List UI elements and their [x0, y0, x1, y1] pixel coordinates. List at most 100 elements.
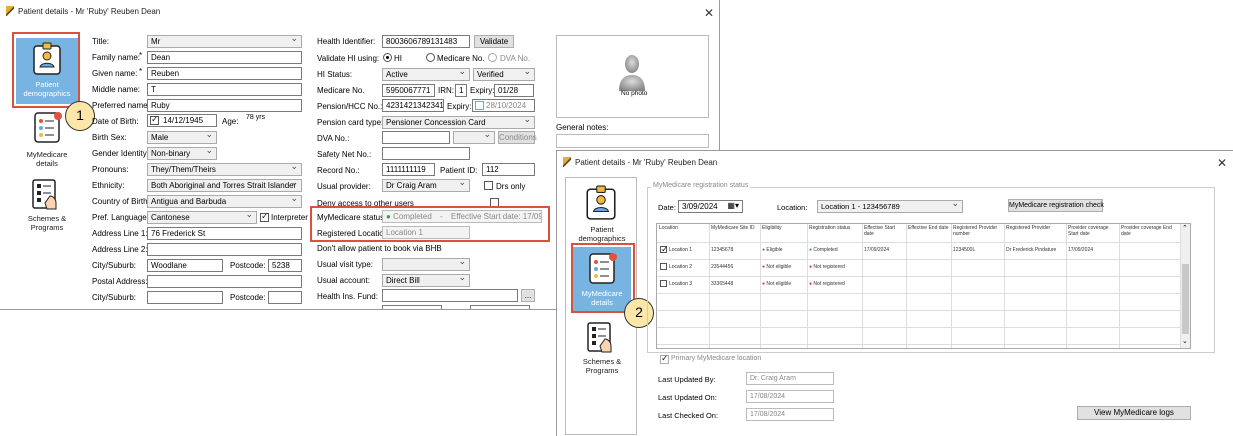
table-header-cell: Registered Provider — [1006, 225, 1051, 231]
nav-item-schemes-programs[interactable]: Schemes & Programs — [16, 178, 78, 238]
table-header-cell: Eligibility — [762, 225, 782, 231]
medicare-input[interactable]: 5950067771 — [382, 84, 435, 97]
usual-account-select[interactable]: Direct Bill — [382, 274, 470, 287]
photo-box[interactable]: No photo — [556, 35, 709, 118]
scroll-up-icon[interactable]: ⌃ — [1182, 224, 1188, 232]
scrollbar[interactable]: ⌃ ⌄ — [1180, 224, 1190, 348]
postcode-input[interactable]: 5238 — [268, 259, 302, 272]
cell-text: Completed — [813, 247, 838, 253]
expiry2-checkbox[interactable] — [475, 101, 484, 110]
age-value: 78 yrs — [246, 114, 266, 121]
pronouns-label: Pronouns: — [92, 165, 129, 174]
cell-text: 1234500L — [953, 247, 976, 253]
window-title: Patient details - Mr 'Ruby' Reuben Dean — [18, 6, 161, 16]
city-input[interactable]: Woodlane — [147, 259, 223, 272]
drs-only-checkbox[interactable] — [484, 181, 493, 190]
city2-input[interactable] — [147, 291, 223, 304]
id-card-icon — [586, 185, 616, 220]
fund-input[interactable] — [382, 289, 518, 302]
irn-input[interactable]: 1 — [455, 84, 467, 97]
address1-input[interactable]: 76 Frederick St — [147, 227, 302, 240]
row-checkbox[interactable] — [660, 280, 667, 287]
registration-check-button[interactable]: MyMedicare registration check — [1008, 199, 1104, 212]
last-checked-on-field: 17/08/2024 — [746, 408, 834, 421]
usual-provider-select[interactable]: Dr Craig Aram — [382, 179, 470, 192]
general-notes-textarea[interactable] — [556, 134, 709, 148]
country-select[interactable]: Antigua and Barbuda — [147, 195, 302, 208]
last-updated-by-label: Last Updated By: — [658, 375, 716, 384]
dob-input[interactable]: 14/12/1945 — [147, 114, 217, 127]
row-checkbox[interactable] — [660, 244, 669, 255]
family-name-label: Family name: — [92, 53, 141, 62]
table-cell: 17/09/2024 — [1068, 247, 1118, 253]
scroll-down-icon[interactable]: ⌄ — [1182, 337, 1188, 345]
table-cell: 23544456 — [711, 264, 759, 270]
given-name-input[interactable]: Reuben — [147, 67, 302, 80]
table-header-cell: Provider coverage Start date — [1068, 225, 1109, 237]
cell-text: 23544456 — [711, 264, 734, 270]
dva-type-select[interactable] — [453, 131, 495, 144]
postcode2-input[interactable] — [268, 291, 302, 304]
general-notes-label: General notes: — [556, 123, 609, 132]
conditions-button[interactable]: Conditions — [498, 131, 537, 144]
expiry2-input[interactable]: 28/10/2024 — [472, 99, 535, 112]
calendar-icon: ▦▾ — [727, 201, 739, 210]
dob-checkbox[interactable] — [150, 115, 159, 125]
scroll-thumb[interactable] — [1182, 264, 1189, 334]
nav-item-schemes-programs[interactable]: Schemes & Programs — [571, 321, 633, 381]
table-cell: ● Not eligible — [762, 264, 806, 270]
safety-net-input[interactable] — [382, 147, 470, 160]
fund-number-input[interactable] — [382, 305, 442, 309]
ethnicity-label: Ethnicity: — [92, 181, 125, 190]
validate-button[interactable]: Validate — [474, 35, 514, 48]
close-icon[interactable]: ✕ — [1217, 157, 1227, 169]
radio-medicare[interactable] — [426, 53, 435, 62]
interpreter-checkbox[interactable] — [260, 211, 269, 222]
fund-extra-input[interactable] — [470, 305, 530, 309]
hi-verified-select[interactable]: Verified — [473, 68, 535, 81]
forms-icon — [32, 179, 57, 210]
preferred-name-label: Preferred name: — [92, 101, 150, 110]
registration-table: Location MyMedicare Site ID Eligibility Reg… — [656, 223, 1191, 349]
hi-input[interactable]: 8003606789131483 — [382, 35, 470, 48]
pronouns-select[interactable]: They/Them/Theirs — [147, 163, 302, 176]
gender-identity-select[interactable]: Non-binary — [147, 147, 217, 160]
fund-browse-button[interactable]: ... — [521, 289, 535, 302]
patient-id-input[interactable]: 112 — [482, 163, 535, 176]
hi-status-select[interactable]: Active — [382, 68, 470, 81]
pension-type-select[interactable]: Pensioner Concession Card — [382, 116, 535, 129]
preferred-name-input[interactable]: Ruby — [147, 99, 302, 112]
view-logs-button[interactable]: View MyMedicare logs — [1077, 406, 1191, 420]
birth-sex-select[interactable]: Male — [147, 131, 217, 144]
irn-label: IRN: — [438, 86, 454, 95]
ethnicity-select[interactable]: Both Aboriginal and Torres Strait Island… — [147, 179, 302, 192]
expiry-input[interactable]: 01/28 — [494, 84, 534, 97]
highlight-box-nav — [12, 32, 80, 108]
postal-address-input[interactable] — [147, 275, 302, 288]
radio-hi[interactable] — [383, 53, 392, 62]
expiry-label: Expiry: — [470, 86, 495, 95]
record-input[interactable]: 1111111119 — [382, 163, 435, 176]
nav-item-patient-demographics[interactable]: Patient demographics — [571, 185, 633, 245]
radio-dva[interactable] — [488, 53, 497, 62]
nav-label: MyMedicare details — [26, 150, 68, 168]
family-name-input[interactable]: Dean — [147, 51, 302, 64]
pension-input[interactable]: 4231421342341 — [382, 99, 444, 112]
visit-type-select[interactable] — [382, 258, 470, 271]
radio-medicare-label: Medicare No. — [437, 54, 485, 63]
close-icon[interactable]: ✕ — [704, 7, 714, 19]
row-checkbox[interactable] — [660, 263, 667, 270]
hi-status-label: HI Status: — [317, 70, 353, 79]
primary-location-checkbox[interactable] — [660, 353, 669, 364]
title-select[interactable]: Mr — [147, 35, 302, 48]
address2-input[interactable] — [147, 243, 302, 256]
row-divider — [657, 276, 1180, 277]
language-select[interactable]: Cantonese — [147, 211, 257, 224]
no-photo-label: No photo — [621, 90, 648, 97]
dva-input[interactable] — [382, 131, 450, 144]
date-picker[interactable]: 3/09/2024 ▦▾ — [678, 200, 743, 213]
table-cell: ● Not registered — [809, 264, 861, 270]
location-select[interactable]: Location 1 - 123456789 — [817, 200, 963, 213]
middle-name-input[interactable]: T — [147, 83, 302, 96]
nav-item-mymedicare-details[interactable]: MyMedicare details — [16, 110, 78, 170]
